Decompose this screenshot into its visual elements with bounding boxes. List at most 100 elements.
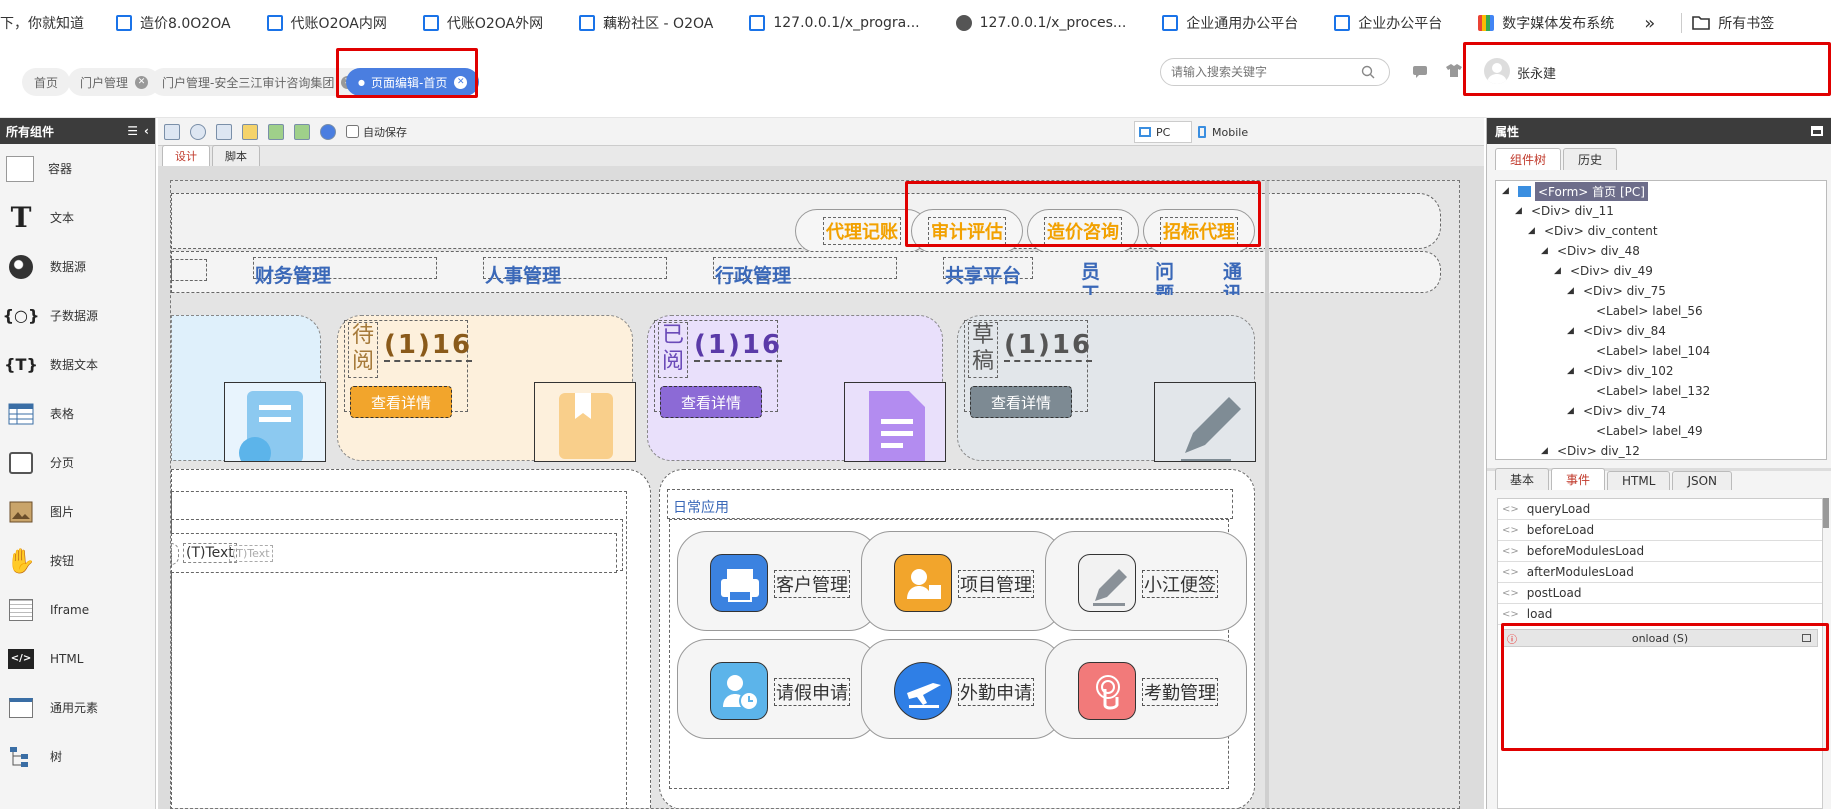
message-icon[interactable] (1413, 66, 1427, 78)
bookmarks-more-button[interactable]: » (1644, 13, 1655, 34)
app-notes[interactable]: 小江便签 (1045, 531, 1247, 631)
bookmark-item[interactable]: 127.0.0.1/x_progra... (749, 15, 920, 31)
tree-node[interactable]: ◢ <Div> div_75 (1496, 281, 1826, 301)
events-scrollbar[interactable] (1823, 498, 1829, 528)
expand-triangle-icon[interactable]: ◢ (1541, 446, 1551, 456)
close-icon[interactable]: ✕ (135, 75, 149, 89)
tab-html[interactable]: HTML (1607, 471, 1671, 490)
event-item[interactable]: <> queryLoad (1498, 499, 1822, 520)
import-icon[interactable] (268, 123, 284, 140)
bookmark-item[interactable]: 数字媒体发布系统 (1478, 13, 1614, 33)
tab-home[interactable]: 首页 (22, 68, 71, 96)
bookmark-item[interactable]: 企业办公平台 (1334, 13, 1442, 33)
component-datasource[interactable]: 数据源 (0, 242, 155, 291)
tab-json[interactable]: JSON (1672, 471, 1733, 490)
app-fieldwork[interactable]: 外勤申请 (861, 639, 1063, 739)
tree-node[interactable]: <Label> label_49 (1496, 421, 1826, 441)
help-icon[interactable] (320, 123, 336, 140)
search-input[interactable] (1171, 65, 1361, 79)
component-table[interactable]: 表格 (0, 389, 155, 438)
print-icon[interactable] (216, 123, 232, 140)
save-icon[interactable] (164, 123, 180, 140)
component-html[interactable]: </> HTML (0, 634, 155, 683)
tree-node[interactable]: ◢ <Div> div_49 (1496, 261, 1826, 281)
view-details-button[interactable]: 查看详情 (970, 386, 1072, 418)
expand-triangle-icon[interactable]: ◢ (1567, 286, 1577, 296)
tree-node[interactable]: ◢ <Div> div_48 (1496, 241, 1826, 261)
shirt-icon[interactable] (1446, 64, 1462, 78)
tree-node[interactable]: ◢ <Div> div_74 (1496, 401, 1826, 421)
view-mobile-button[interactable]: Mobile (1198, 121, 1248, 143)
tab-portal-group[interactable]: 门户管理-安全三江审计咨询集团✕ (150, 68, 367, 96)
bookmark-item[interactable]: 127.0.0.1/x_proces... (955, 15, 1126, 31)
app-leave[interactable]: 请假申请 (677, 639, 879, 739)
maximize-icon[interactable] (1811, 126, 1823, 136)
app-project[interactable]: 项目管理 (861, 531, 1063, 631)
component-iframe[interactable]: Iframe (0, 585, 155, 634)
component-text[interactable]: T 文本 (0, 193, 155, 242)
component-pagination[interactable]: 分页 (0, 438, 155, 487)
component-button[interactable]: ✋ 按钮 (0, 536, 155, 585)
tree-node[interactable]: <Label> label_56 (1496, 301, 1826, 321)
expand-triangle-icon[interactable]: ◢ (1528, 226, 1538, 236)
menu-item-finance[interactable]: 财务管理 (255, 261, 331, 288)
menu-item-staff[interactable]: 员工 (1081, 261, 1101, 295)
expand-triangle-icon[interactable]: ◢ (1502, 186, 1512, 196)
component-tree[interactable]: ◢ <Form> 首页 [PC] ◢ <Div> div_11 ◢ <Div> div_c… (1495, 180, 1827, 460)
collapse-icon[interactable]: ‹ (144, 124, 149, 138)
expand-triangle-icon[interactable]: ◢ (1554, 266, 1564, 276)
menu-icon[interactable]: ☰ (127, 124, 138, 138)
menu-item-contact[interactable]: 通讯 (1223, 261, 1243, 295)
all-bookmarks-button[interactable]: 所有书签 (1681, 13, 1774, 33)
tree-node[interactable]: ◢ <Div> div_84 (1496, 321, 1826, 341)
tree-node[interactable]: <Label> label_104 (1496, 341, 1826, 361)
menu-item-admin[interactable]: 行政管理 (715, 261, 791, 288)
tree-node[interactable]: <Label> label_132 (1496, 381, 1826, 401)
canvas-scrollbar[interactable] (1265, 181, 1269, 808)
component-subsource[interactable]: {○} 子数据源 (0, 291, 155, 340)
card-partial[interactable] (171, 315, 326, 462)
component-element[interactable]: 通用元素 (0, 683, 155, 732)
expand-triangle-icon[interactable]: ◢ (1515, 206, 1525, 216)
bookmark-item[interactable]: 企业通用办公平台 (1162, 13, 1298, 33)
component-tree[interactable]: 树 (0, 732, 155, 781)
search-icon[interactable] (1361, 65, 1375, 79)
expand-triangle-icon[interactable]: ◢ (1567, 366, 1577, 376)
component-container[interactable]: 容器 (0, 144, 155, 193)
bookmark-item[interactable]: 下，你就知道 (0, 13, 84, 33)
component-image[interactable]: 图片 (0, 487, 155, 536)
event-item[interactable]: <> afterModulesLoad (1498, 562, 1822, 583)
bookmark-item[interactable]: 代账O2OA外网 (422, 13, 543, 33)
menu-item-share[interactable]: 共享平台 (945, 261, 1021, 288)
tree-node[interactable]: ◢ <Div> div_content (1496, 221, 1826, 241)
tree-node[interactable]: ◢ <Div> div_11 (1496, 201, 1826, 221)
design-canvas[interactable]: 代理记账 审计评估 造价咨询 招标代理 财务管理 人事管理 行政管理 共享平台 … (170, 180, 1460, 809)
expand-triangle-icon[interactable]: ◢ (1567, 406, 1577, 416)
text-field-small[interactable]: (T)Text (229, 545, 273, 562)
bookmark-item[interactable]: 藕粉社区 - O2OA (579, 13, 713, 33)
bookmark-item[interactable]: 代账O2OA内网 (266, 13, 387, 33)
search-box[interactable] (1160, 58, 1390, 86)
tree-node[interactable]: ◢ <Div> div_102 (1496, 361, 1826, 381)
tab-component-tree[interactable]: 组件树 (1495, 148, 1562, 170)
autosave-checkbox[interactable] (346, 125, 359, 138)
component-datatext[interactable]: {T} 数据文本 (0, 340, 155, 389)
event-item[interactable]: <> load (1498, 604, 1822, 625)
tab-basic[interactable]: 基本 (1495, 468, 1550, 490)
tab-script[interactable]: 脚本 (212, 145, 260, 166)
view-details-button[interactable]: 查看详情 (660, 386, 762, 418)
view-pc-button[interactable]: PC (1134, 121, 1192, 143)
expand-triangle-icon[interactable]: ◢ (1567, 326, 1577, 336)
card-pending[interactable]: 待阅 (1)16 查看详情 (337, 315, 636, 462)
tree-node[interactable]: ◢ <Form> 首页 [PC] (1496, 181, 1826, 201)
menu-item-hr[interactable]: 人事管理 (485, 261, 561, 288)
tab-history[interactable]: 历史 (1563, 148, 1618, 170)
event-item[interactable]: <> beforeModulesLoad (1498, 541, 1822, 562)
preview-icon[interactable] (190, 123, 206, 140)
bookmark-item[interactable]: 造价8.0O2OA (116, 13, 231, 33)
wrench-icon[interactable] (242, 123, 258, 140)
app-customer[interactable]: 客户管理 (677, 531, 879, 631)
card-draft[interactable]: 草稿 (1)16 查看详情 (957, 315, 1256, 462)
event-item[interactable]: <> beforeLoad (1498, 520, 1822, 541)
menu-item-placeholder[interactable] (171, 259, 207, 281)
